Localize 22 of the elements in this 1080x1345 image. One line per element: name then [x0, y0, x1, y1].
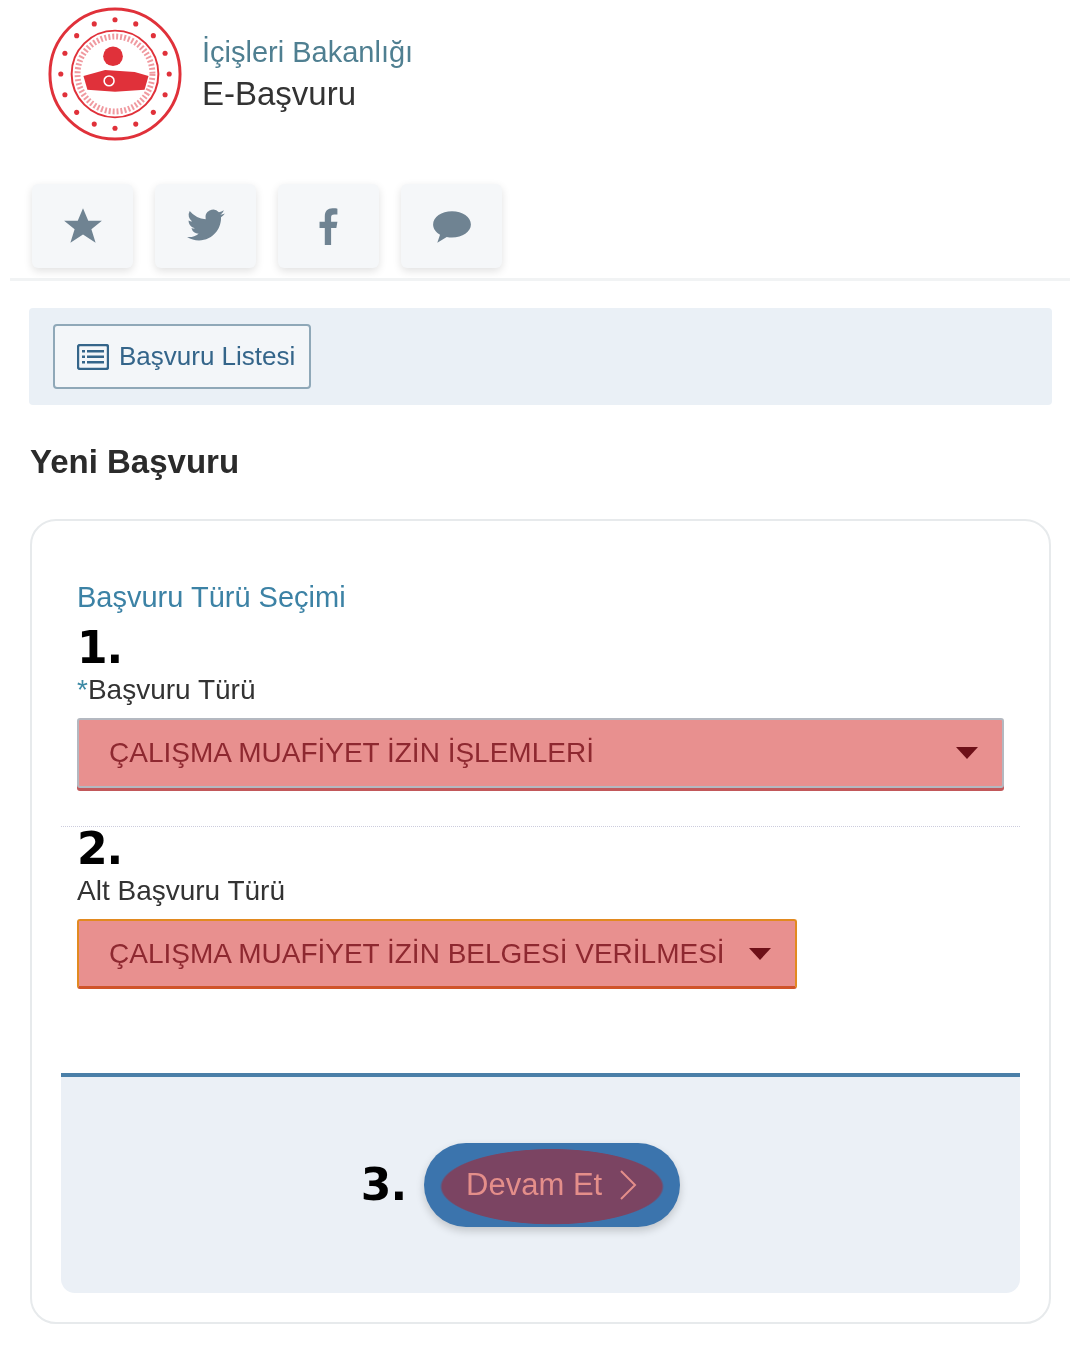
page-title: Yeni Başvuru	[30, 443, 241, 481]
list-icon	[77, 343, 109, 370]
ministry-name: İçişleri Bakanlığı	[202, 35, 414, 69]
field-label: *Başvuru Türü	[77, 674, 257, 706]
emblem-icon	[46, 5, 184, 143]
section-title: Başvuru Türü Seçimi	[77, 581, 347, 614]
step-number: 3.	[360, 1163, 407, 1207]
select-field[interactable]: ÇALIŞMA MUAFİYET İZİN BELGESİ VERİLMESİ	[77, 919, 797, 989]
star-button[interactable]	[32, 184, 133, 268]
caret-icon	[748, 947, 771, 960]
continue-button[interactable]: Devam Et	[424, 1143, 681, 1227]
chevron-right-icon	[618, 1169, 639, 1201]
application-list-button[interactable]: Başvuru Listesi	[53, 324, 312, 389]
twitter-button[interactable]	[155, 184, 256, 268]
caret-icon	[956, 747, 978, 759]
facebook-button[interactable]	[278, 184, 379, 268]
field-label: Alt Başvuru Türü	[77, 875, 287, 907]
step-number: 2.	[77, 827, 123, 871]
select-field[interactable]: ÇALIŞMA MUAFİYET İZİN İŞLEMLERİ	[77, 718, 1004, 788]
app-name: E-Başvuru	[202, 74, 358, 113]
step-number: 1.	[77, 626, 123, 670]
chat-button[interactable]	[401, 184, 502, 268]
